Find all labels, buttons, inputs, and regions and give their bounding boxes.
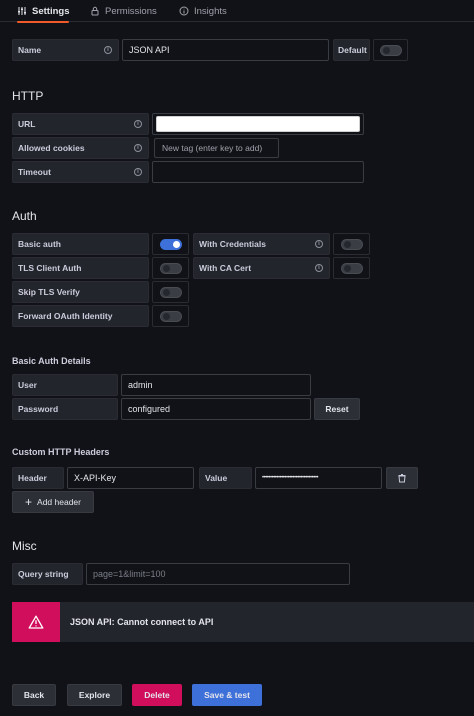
skip-tls-verify-toggle-wrap	[152, 281, 189, 303]
url-input[interactable]	[156, 116, 360, 132]
timeout-input[interactable]	[152, 161, 364, 183]
name-label: Name i	[12, 39, 119, 61]
query-string-input[interactable]: page=1&limit=100	[86, 563, 350, 585]
tab-permissions-label: Permissions	[105, 5, 157, 17]
info-icon[interactable]: i	[315, 240, 323, 248]
value-label: Value	[199, 467, 252, 489]
custom-headers-heading: Custom HTTP Headers	[12, 447, 110, 457]
warning-icon	[12, 602, 60, 642]
http-heading: HTTP	[12, 89, 44, 103]
trash-icon	[398, 474, 406, 483]
reset-password-button[interactable]: Reset	[314, 398, 360, 420]
info-icon[interactable]: i	[134, 168, 142, 176]
user-label: User	[12, 374, 118, 396]
save-test-button[interactable]: Save & test	[192, 684, 262, 706]
password-input[interactable]: configured	[121, 398, 311, 420]
error-alert: JSON API: Cannot connect to API	[12, 602, 474, 642]
timeout-label: Timeout i	[12, 161, 149, 183]
header-name-input[interactable]: X-API-Key	[67, 467, 194, 489]
allowed-cookies-label: Allowed cookies i	[12, 137, 149, 159]
name-input[interactable]: JSON API	[122, 39, 329, 61]
with-credentials-toggle-wrap	[333, 233, 370, 255]
back-button[interactable]: Back	[12, 684, 56, 706]
tab-insights[interactable]: Insights	[179, 0, 227, 22]
delete-button[interactable]: Delete	[132, 684, 182, 706]
lock-icon	[91, 6, 99, 16]
forward-oauth-toggle-wrap	[152, 305, 189, 327]
url-label: URL i	[12, 113, 149, 135]
forward-oauth-label: Forward OAuth Identity	[12, 305, 149, 327]
default-toggle[interactable]	[379, 44, 402, 56]
info-icon[interactable]: i	[315, 264, 323, 272]
header-value-input[interactable]: •••••••••••••••••••••••••••••••••••	[255, 467, 382, 489]
tab-settings[interactable]: Settings	[17, 0, 70, 23]
skip-tls-verify-label: Skip TLS Verify	[12, 281, 149, 303]
basic-auth-toggle[interactable]	[159, 238, 182, 250]
with-credentials-label: With Credentials i	[193, 233, 330, 255]
url-field-frame	[152, 113, 364, 135]
tab-settings-label: Settings	[32, 5, 70, 17]
user-input[interactable]: admin	[121, 374, 311, 396]
with-credentials-toggle[interactable]	[340, 238, 363, 250]
password-label: Password	[12, 398, 118, 420]
explore-button[interactable]: Explore	[67, 684, 122, 706]
header-label: Header	[12, 467, 64, 489]
skip-tls-verify-toggle[interactable]	[159, 286, 182, 298]
query-string-label: Query string	[12, 563, 83, 585]
tab-permissions[interactable]: Permissions	[90, 0, 157, 22]
alert-message: JSON API: Cannot connect to API	[70, 617, 214, 627]
tab-insights-label: Insights	[194, 5, 227, 17]
with-ca-cert-label: With CA Cert i	[193, 257, 330, 279]
default-toggle-wrap	[373, 39, 408, 61]
tls-client-auth-toggle[interactable]	[159, 262, 182, 274]
plus-icon: +	[25, 495, 33, 509]
default-label: Default	[333, 39, 370, 61]
delete-header-button[interactable]	[386, 467, 418, 489]
basic-auth-details-heading: Basic Auth Details	[12, 356, 91, 366]
sliders-icon	[18, 7, 26, 15]
info-icon	[179, 6, 189, 16]
basic-auth-label: Basic auth	[12, 233, 149, 255]
with-ca-cert-toggle[interactable]	[340, 262, 363, 274]
tls-client-auth-label: TLS Client Auth	[12, 257, 149, 279]
forward-oauth-toggle[interactable]	[159, 310, 182, 322]
misc-heading: Misc	[12, 539, 37, 553]
tab-bar	[0, 0, 474, 22]
auth-heading: Auth	[12, 209, 37, 223]
info-icon[interactable]: i	[134, 144, 142, 152]
info-icon[interactable]: i	[104, 46, 112, 54]
allowed-cookies-input[interactable]: New tag (enter key to add)	[154, 138, 279, 158]
add-header-button[interactable]: + Add header	[12, 491, 94, 513]
with-ca-cert-toggle-wrap	[333, 257, 370, 279]
basic-auth-toggle-wrap	[152, 233, 189, 255]
info-icon[interactable]: i	[134, 120, 142, 128]
tls-client-auth-toggle-wrap	[152, 257, 189, 279]
